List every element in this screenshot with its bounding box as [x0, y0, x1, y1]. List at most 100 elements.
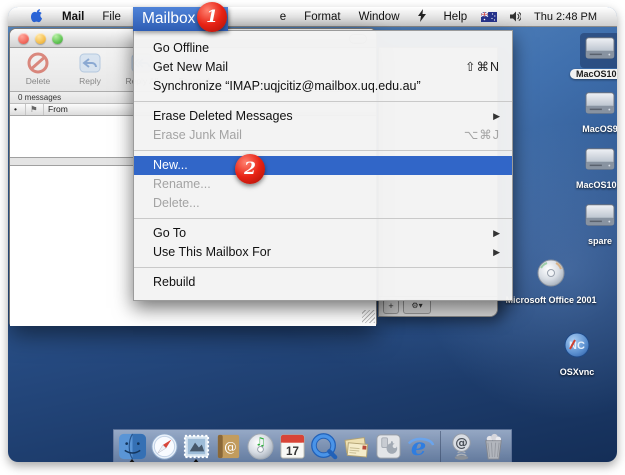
menu-shortcut: ⇧⌘N [465, 58, 500, 77]
dock: @ ♫ 17 [113, 429, 512, 462]
screenshot-stage: Mail File Edit Vi e Format Window Help [0, 0, 625, 475]
menu-item-label: Use This Mailbox For [153, 243, 271, 262]
menu-item-go-to[interactable]: Go To ▶ [134, 224, 512, 243]
submenu-arrow-icon: ▶ [493, 243, 500, 262]
menubar-item-file[interactable]: File [93, 11, 130, 23]
volume-icon[interactable] [510, 11, 521, 22]
toolbar-button-label: Reply [79, 76, 101, 86]
desktop-icon-label: Microsoft Office 2001 [505, 295, 596, 305]
menu-item-rename[interactable]: Rename... [134, 175, 512, 194]
minimize-button[interactable] [35, 33, 46, 44]
caret-down-icon: ▾ [419, 301, 423, 310]
menu-item-label: Go To [153, 224, 186, 243]
menu-item-label: Erase Junk Mail [153, 126, 242, 145]
desktop-icon-macos102[interactable]: MacOS10.2 [568, 144, 617, 190]
dock-ical-icon[interactable]: 17 [277, 431, 307, 461]
desktop-screen: Mail File Edit Vi e Format Window Help [8, 7, 617, 462]
australia-flag-icon[interactable] [481, 12, 497, 22]
desktop-icon-osxvnc[interactable]: NC OSXvnc [545, 329, 609, 377]
menu-item-new[interactable]: New... [134, 156, 512, 175]
dock-internet-explorer-icon[interactable]: e [405, 431, 435, 461]
menubar-item-format[interactable]: Format [295, 11, 349, 23]
dock-quicktime-icon[interactable] [309, 431, 339, 461]
action-gear-button[interactable]: ⚙▾ [403, 299, 431, 314]
menu-item-label: Go Offline [153, 39, 209, 58]
svg-text:@: @ [224, 439, 237, 454]
script-menu-icon[interactable] [409, 9, 435, 25]
desktop-icon-macos9[interactable]: MacOS9 [568, 88, 617, 134]
menu-item-label: Rename... [153, 175, 211, 194]
add-mailbox-button[interactable]: + [383, 299, 399, 314]
menu-separator [134, 218, 512, 219]
dock-trash-icon[interactable] [478, 431, 508, 461]
hard-drive-icon [580, 88, 617, 123]
submenu-arrow-icon: ▶ [493, 224, 500, 243]
menu-separator [134, 101, 512, 102]
menu-item-rebuild[interactable]: Rebuild [134, 273, 512, 292]
dock-letters-icon[interactable] [341, 431, 371, 461]
menubar-item-mail[interactable]: Mail [53, 11, 93, 23]
gear-icon: ⚙ [411, 301, 418, 310]
desktop-icon-label: spare [588, 236, 612, 246]
cd-disc-icon [533, 257, 569, 294]
svg-text:e: e [410, 432, 425, 461]
dock-finder-icon[interactable] [117, 431, 147, 461]
desktop-icon-label: MacOS10.2 [576, 180, 617, 190]
close-button[interactable] [18, 33, 29, 44]
menu-item-label: Synchronize “IMAP:uqjcitiz@mailbox.uq.ed… [153, 77, 421, 96]
menu-item-get-new-mail[interactable]: Get New Mail ⇧⌘N [134, 58, 512, 77]
dock-address-book-icon[interactable]: @ [213, 431, 243, 461]
dock-separator [440, 431, 441, 462]
column-read-status[interactable]: • [10, 104, 26, 115]
desktop-icon-spare[interactable]: spare [568, 200, 617, 246]
menu-item-label: Rebuild [153, 273, 195, 292]
hard-drive-icon [580, 200, 617, 235]
hard-drive-icon [580, 33, 617, 68]
menu-shortcut: ⌥⌘J [464, 126, 500, 145]
step-2-badge: 2 [235, 154, 265, 184]
mailbox-dropdown-menu: Go Offline Get New Mail ⇧⌘N Synchronize “… [133, 30, 513, 301]
apple-logo-icon [31, 8, 44, 23]
menu-separator [134, 150, 512, 151]
dock-itunes-icon[interactable]: ♫ [245, 431, 275, 461]
desktop-icon-macos103[interactable]: MacOS10.3 [568, 33, 617, 79]
resize-grip[interactable] [362, 310, 375, 323]
bolt-icon [418, 9, 426, 22]
column-flag[interactable]: ⚑ [26, 104, 44, 115]
delete-icon [26, 51, 50, 75]
reply-button[interactable]: Reply [68, 51, 112, 86]
traffic-lights [18, 33, 63, 44]
submenu-arrow-icon: ▶ [493, 107, 500, 126]
dock-safari-icon[interactable] [149, 431, 179, 461]
menu-item-synchronize[interactable]: Synchronize “IMAP:uqjcitiz@mailbox.uq.ed… [134, 77, 512, 96]
menu-item-delete[interactable]: Delete... [134, 194, 512, 213]
menu-separator [134, 267, 512, 268]
dock-mail-classic-icon[interactable]: @ [446, 431, 476, 461]
dock-mail-icon[interactable] [181, 431, 211, 461]
desktop-icon-label: OSXvnc [560, 367, 595, 377]
menu-item-label: Erase Deleted Messages [153, 107, 293, 126]
menu-item-erase-junk-mail[interactable]: Erase Junk Mail ⌥⌘J [134, 126, 512, 145]
menubar-clock[interactable]: Thu 2:48 PM [534, 11, 597, 23]
apple-menu-icon[interactable] [22, 8, 53, 26]
delete-button[interactable]: Delete [16, 51, 60, 86]
osxvnc-app-icon: NC [559, 329, 595, 366]
running-indicator [192, 459, 200, 462]
menubar-item-window[interactable]: Window [350, 11, 409, 23]
desktop-icon-label: MacOS10.3 [570, 69, 617, 79]
step-1-badge: 1 [197, 2, 227, 32]
menu-item-label: Get New Mail [153, 58, 228, 77]
svg-text:17: 17 [286, 445, 299, 458]
menubar-item-message-clipped[interactable]: e [271, 11, 295, 23]
zoom-button[interactable] [52, 33, 63, 44]
dock-system-preferences-icon[interactable] [373, 431, 403, 461]
menu-item-go-offline[interactable]: Go Offline [134, 39, 512, 58]
svg-text:@: @ [455, 434, 468, 449]
menu-bar: Mail File Edit Vi e Format Window Help [8, 7, 617, 27]
menu-item-erase-deleted-messages[interactable]: Erase Deleted Messages ▶ [134, 107, 512, 126]
desktop-icon-label: MacOS9 [582, 124, 617, 134]
reply-icon [78, 51, 102, 75]
toolbar-button-label: Delete [26, 76, 51, 86]
menubar-item-help[interactable]: Help [435, 11, 477, 23]
menu-item-use-this-mailbox-for[interactable]: Use This Mailbox For ▶ [134, 243, 512, 262]
